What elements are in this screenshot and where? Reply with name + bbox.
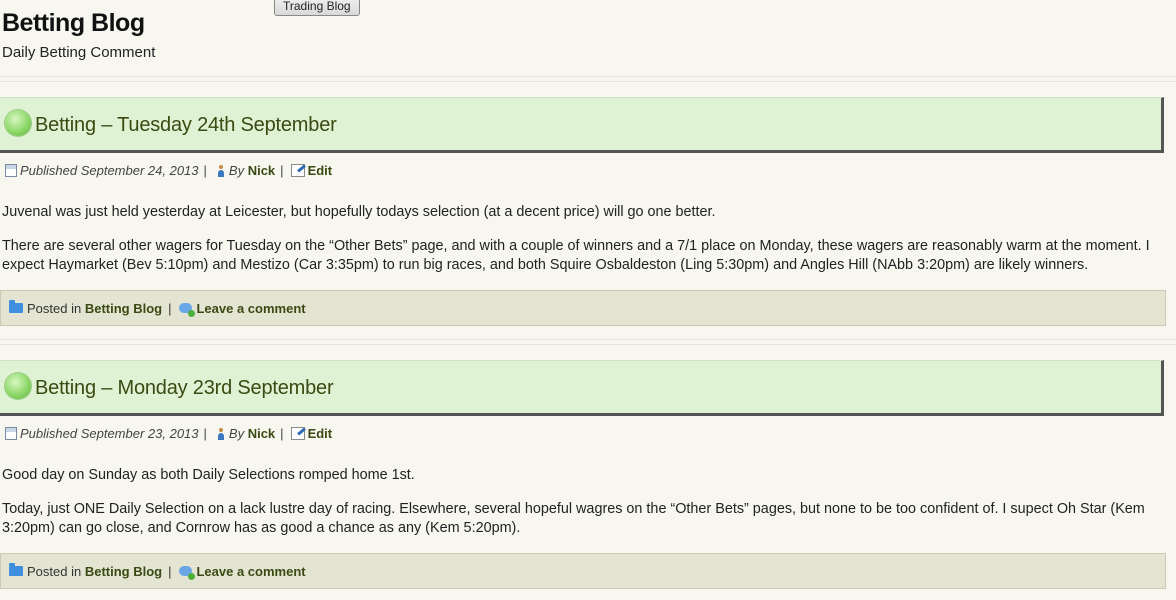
folder-icon xyxy=(9,300,23,313)
header-divider xyxy=(0,76,1176,82)
post-title[interactable]: Betting – Monday 23rd September xyxy=(35,377,334,400)
post-divider xyxy=(0,339,1176,345)
post-paragraph: Good day on Sunday as both Daily Selecti… xyxy=(2,467,415,483)
post-paragraph: Juvenal was just held yesterday at Leice… xyxy=(2,204,716,220)
edit-link[interactable]: Edit xyxy=(308,163,333,178)
meta-separator: | xyxy=(280,163,284,178)
comment-icon xyxy=(179,303,196,317)
green-bullet-icon xyxy=(5,110,31,136)
site-header: Betting Blog Daily Betting Comment Tradi… xyxy=(0,0,1176,72)
category-link[interactable]: Betting Blog xyxy=(85,301,162,316)
site-description: Daily Betting Comment xyxy=(2,44,156,61)
post-paragraph: Today, just ONE Daily Selection on a lac… xyxy=(2,501,1145,536)
posted-in-label: Posted in xyxy=(27,563,82,579)
trading-blog-button[interactable]: Trading Blog xyxy=(274,0,360,16)
green-bullet-icon xyxy=(5,373,31,399)
edit-icon xyxy=(290,427,305,440)
by-label: By xyxy=(228,426,245,441)
posted-in-label: Posted in xyxy=(27,300,82,316)
edit-link[interactable]: Edit xyxy=(308,426,333,441)
page: Betting Blog Daily Betting Comment Tradi… xyxy=(0,0,1176,600)
category-link[interactable]: Betting Blog xyxy=(85,564,162,579)
author-icon xyxy=(217,164,225,177)
site-title[interactable]: Betting Blog xyxy=(2,9,145,38)
calendar-icon xyxy=(5,427,17,440)
leave-comment-link[interactable]: Leave a comment xyxy=(196,564,305,579)
footer-separator: | xyxy=(168,300,172,316)
footer-separator: | xyxy=(168,563,172,579)
author-link[interactable]: Nick xyxy=(248,163,275,178)
meta-separator: | xyxy=(203,163,207,178)
calendar-icon xyxy=(5,164,17,177)
published-date: Published September 23, 2013 xyxy=(20,426,199,441)
author-icon xyxy=(217,427,225,440)
meta-separator: | xyxy=(203,426,207,441)
meta-separator: | xyxy=(280,426,284,441)
post-title-box: Betting – Monday 23rd September xyxy=(0,360,1164,416)
by-label: By xyxy=(228,163,245,178)
published-date: Published September 24, 2013 xyxy=(20,163,199,178)
leave-comment-link[interactable]: Leave a comment xyxy=(196,301,305,316)
post-meta: Published September 23, 2013 | By Nick |… xyxy=(5,426,332,441)
post-paragraph: There are several other wagers for Tuesd… xyxy=(2,238,1150,273)
author-link[interactable]: Nick xyxy=(248,426,275,441)
post-meta: Published September 24, 2013 | By Nick |… xyxy=(5,163,332,178)
post-title[interactable]: Betting – Tuesday 24th September xyxy=(35,114,337,137)
post-title-box: Betting – Tuesday 24th September xyxy=(0,97,1164,153)
edit-icon xyxy=(290,164,305,177)
folder-icon xyxy=(9,563,23,576)
post-footer: Posted in Betting Blog | Leave a comment xyxy=(0,553,1166,589)
comment-icon xyxy=(179,566,196,580)
post-footer: Posted in Betting Blog | Leave a comment xyxy=(0,290,1166,326)
